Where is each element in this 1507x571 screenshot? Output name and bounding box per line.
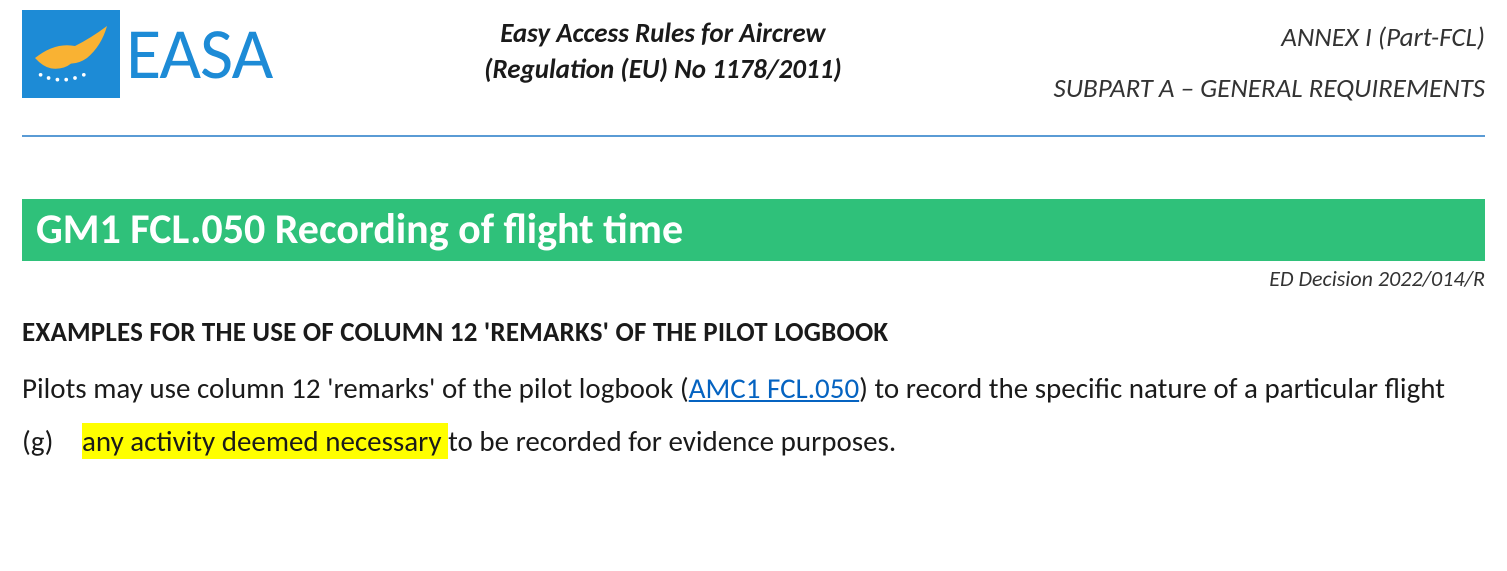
decision-reference: ED Decision 2022/014/R xyxy=(22,265,1485,292)
intro-after-link: ) to record the specific nature of a par… xyxy=(859,370,1445,406)
item-text-g: any activity deemed necessary to be reco… xyxy=(82,422,896,461)
amc-link[interactable]: AMC1 FCL.050 xyxy=(689,370,859,406)
intro-paragraph: Pilots may use column 12 'remarks' of th… xyxy=(22,369,1485,408)
header-right: ANNEX I (Part-FCL) SUBPART A – GENERAL R… xyxy=(1054,10,1486,115)
header-center: Easy Access Rules for Aircrew (Regulatio… xyxy=(272,10,1053,89)
doc-title-line2: (Regulation (EU) No 1178/2011) xyxy=(272,52,1053,88)
page-header: EASA Easy Access Rules for Aircrew (Regu… xyxy=(22,10,1485,137)
annex-label: ANNEX I (Part-FCL) xyxy=(1054,12,1486,63)
highlighted-text: any activity deemed necessary xyxy=(82,423,448,459)
doc-title-line1: Easy Access Rules for Aircrew xyxy=(272,16,1053,52)
sub-heading: EXAMPLES FOR THE USE OF COLUMN 12 'REMAR… xyxy=(22,316,1485,349)
item-marker-g: (g) xyxy=(22,422,82,461)
document-page: EASA Easy Access Rules for Aircrew (Regu… xyxy=(0,0,1507,481)
subpart-label: SUBPART A – GENERAL REQUIREMENTS xyxy=(1054,63,1486,114)
item-rest-text: to be recorded for evidence purposes. xyxy=(448,423,896,459)
easa-logo-text: EASA xyxy=(126,18,272,90)
list-item-g: (g) any activity deemed necessary to be … xyxy=(22,422,1485,461)
section-title-banner: GM1 FCL.050 Recording of flight time xyxy=(22,199,1485,261)
intro-before-link: Pilots may use column 12 'remarks' of th… xyxy=(22,370,689,406)
easa-logo: EASA xyxy=(22,10,272,98)
easa-bird-icon xyxy=(22,10,120,98)
